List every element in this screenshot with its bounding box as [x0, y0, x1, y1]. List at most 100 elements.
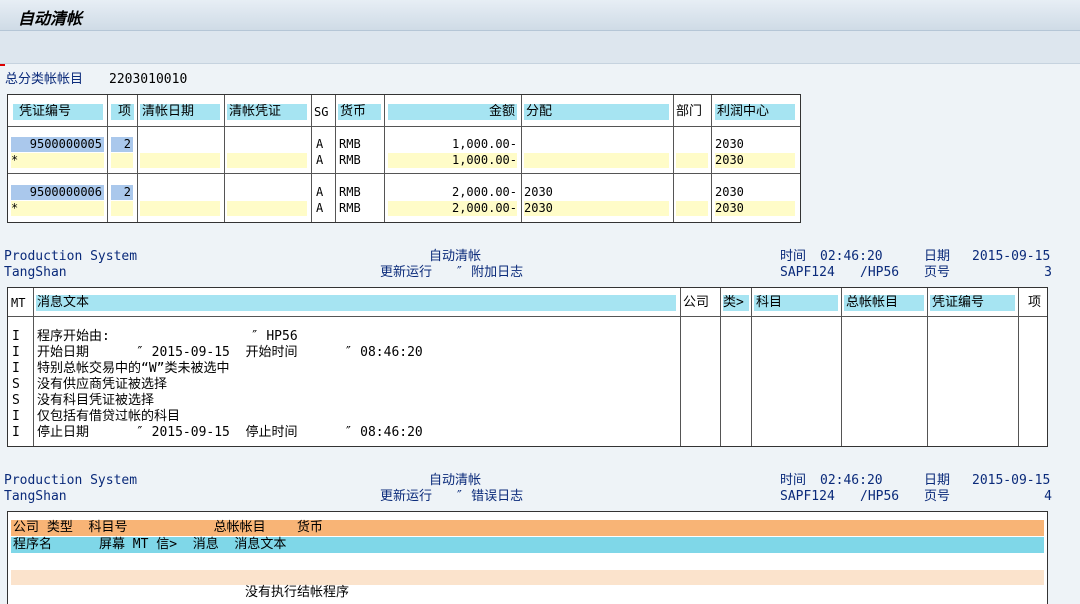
- report2-user: /HP56: [860, 489, 900, 504]
- item-cell[interactable]: 2: [111, 185, 133, 200]
- dept-cell: [676, 185, 708, 200]
- error-log-table: 公司 类型 科目号 总帐帐目 货币 程序名 屏幕 MT 信> 消息 消息文本 没…: [7, 511, 1048, 604]
- report2-date-label: 日期: [924, 473, 951, 488]
- report1-title: 自动清帐: [429, 249, 482, 264]
- clear-doc-field[interactable]: [227, 137, 307, 152]
- report1-date: 2015-09-15: [972, 249, 1051, 264]
- header-company[interactable]: 公司: [683, 295, 718, 311]
- profit-center-cell: 2030: [715, 185, 795, 200]
- currency-cell: RMB: [339, 185, 361, 199]
- report1-site: TangShan: [4, 265, 67, 280]
- header-message-text[interactable]: 消息文本: [36, 295, 676, 311]
- header-assignment[interactable]: 分配: [524, 104, 669, 120]
- item-empty-cell: [111, 201, 133, 216]
- header-item[interactable]: 项: [1021, 295, 1044, 311]
- report1-system: Production System: [4, 249, 138, 264]
- report1-subtitle: 更新运行 ″ 附加日志: [380, 265, 524, 280]
- report1-time-label: 时间: [780, 249, 807, 264]
- currency-cell: RMB: [339, 201, 361, 215]
- report2-site: TangShan: [4, 489, 67, 504]
- report1-page-label: 页号: [924, 265, 951, 280]
- header-gl-account[interactable]: 总帐帐目: [844, 295, 924, 311]
- application-toolbar: [0, 31, 1080, 64]
- report2-time: 02:46:20: [820, 473, 883, 488]
- log-row: I 开始日期 ″ 2015-09-15 开始时间 ″ 08:46:20: [12, 345, 423, 360]
- log-row: I 停止日期 ″ 2015-09-15 停止时间 ″ 08:46:20: [12, 425, 423, 440]
- header-sg[interactable]: SG: [314, 104, 333, 120]
- clear-date-field[interactable]: [140, 185, 220, 200]
- error-header-row1: 公司 类型 科目号 总帐帐目 货币: [13, 520, 323, 535]
- assignment-cell: [524, 137, 669, 152]
- assignment-cell: [524, 153, 669, 168]
- title-bar: 自动清帐: [0, 0, 1080, 31]
- header-doc-no[interactable]: 凭证编号: [13, 104, 103, 120]
- log-row: S 没有供应商凭证被选择: [12, 377, 168, 392]
- report1-date-label: 日期: [924, 249, 951, 264]
- report1-page: 3: [1044, 265, 1052, 280]
- log-row: I 仅包括有借贷过帐的科目: [12, 409, 181, 424]
- report2-time-label: 时间: [780, 473, 807, 488]
- item-empty-cell: [111, 153, 133, 168]
- clearing-table: 凭证编号 项 清帐日期 清帐凭证 SG 货币 金额 分配 部门 利润中心 950…: [7, 94, 801, 223]
- subtotal-star-cell: *: [11, 153, 104, 168]
- sg-cell: A: [316, 137, 324, 151]
- item-cell[interactable]: 2: [111, 137, 133, 152]
- report2-program: SAPF124: [780, 489, 835, 504]
- profit-center-cell: 2030: [715, 201, 795, 216]
- header-amount[interactable]: 金额: [388, 104, 517, 120]
- currency-cell: RMB: [339, 137, 361, 151]
- report1-time: 02:46:20: [820, 249, 883, 264]
- header-account[interactable]: 科目: [754, 295, 838, 311]
- report2-subtitle: 更新运行 ″ 错误日志: [380, 489, 524, 504]
- amount-cell: 2,000.00-: [388, 201, 517, 216]
- clear-doc-empty-cell: [227, 153, 307, 168]
- amount-cell: 1,000.00-: [388, 137, 517, 152]
- header-clear-doc[interactable]: 清帐凭证: [227, 104, 307, 120]
- profit-center-cell: 2030: [715, 153, 795, 168]
- header-item[interactable]: 项: [111, 104, 134, 120]
- header-clear-date[interactable]: 清帐日期: [140, 104, 220, 120]
- message-log-table: MT 消息文本 公司 类> 科目 总帐帐目 凭证编号 项 I 程序开始由: ″ H…: [7, 287, 1048, 447]
- log-row: I 特别总帐交易中的“W”类未被选中: [12, 361, 230, 376]
- header-profit-center[interactable]: 利润中心: [715, 104, 795, 120]
- red-marker: [0, 64, 5, 66]
- clear-date-empty-cell: [140, 153, 220, 168]
- account-label: 总分类帐帐目: [5, 72, 84, 87]
- no-closing-program-message: 没有执行结帐程序: [245, 585, 350, 600]
- header-doc-number[interactable]: 凭证编号: [930, 295, 1015, 311]
- profit-center-cell: 2030: [715, 137, 795, 152]
- amount-cell: 1,000.00-: [388, 153, 517, 168]
- amount-cell: 2,000.00-: [388, 185, 517, 200]
- log-row: I 程序开始由: ″ HP56: [12, 329, 298, 344]
- assignment-cell: 2030: [524, 201, 669, 216]
- currency-cell: RMB: [339, 153, 361, 167]
- header-mt[interactable]: MT: [11, 295, 31, 311]
- clear-date-empty-cell: [140, 201, 220, 216]
- window-title: 自动清帐: [18, 9, 83, 28]
- clear-doc-field[interactable]: [227, 185, 307, 200]
- header-currency[interactable]: 货币: [338, 104, 381, 120]
- subtotal-star-cell: *: [11, 201, 104, 216]
- report2-date: 2015-09-15: [972, 473, 1051, 488]
- report2-system: Production System: [4, 473, 138, 488]
- doc-number-cell[interactable]: 9500000005: [11, 137, 104, 152]
- header-dept[interactable]: 部门: [676, 104, 709, 120]
- clear-doc-empty-cell: [227, 201, 307, 216]
- assignment-cell: 2030: [524, 185, 669, 200]
- report2-title: 自动清帐: [429, 473, 482, 488]
- report1-user: /HP56: [860, 265, 900, 280]
- report2-page-label: 页号: [924, 489, 951, 504]
- sg-cell: A: [316, 201, 324, 215]
- error-header-row2: 程序名 屏幕 MT 信> 消息 消息文本: [13, 537, 287, 552]
- dept-cell: [676, 137, 708, 152]
- doc-number-cell[interactable]: 9500000006: [11, 185, 104, 200]
- header-type[interactable]: 类>: [723, 295, 749, 311]
- sg-cell: A: [316, 153, 324, 167]
- dept-cell: [676, 201, 708, 216]
- report1-program: SAPF124: [780, 265, 835, 280]
- log-row: S 没有科目凭证被选择: [12, 393, 155, 408]
- account-value: 2203010010: [109, 72, 188, 87]
- report2-page: 4: [1044, 489, 1052, 504]
- sg-cell: A: [316, 185, 324, 199]
- clear-date-field[interactable]: [140, 137, 220, 152]
